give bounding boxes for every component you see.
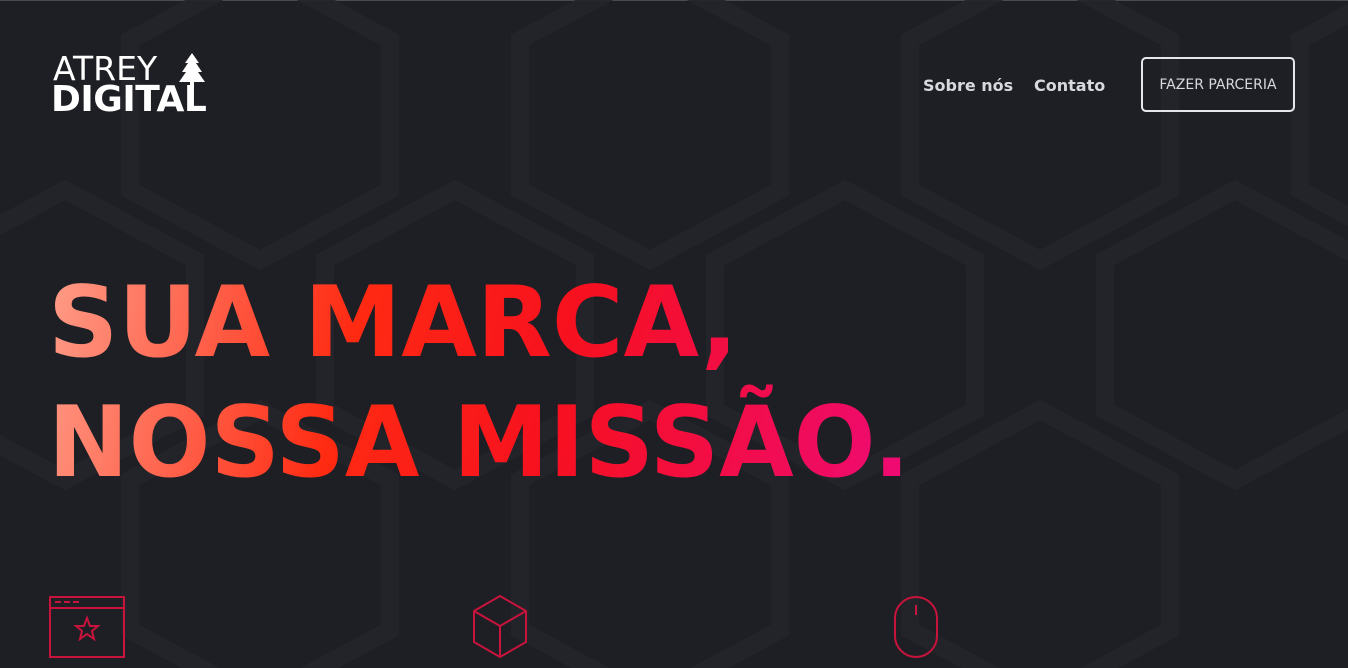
cube-icon <box>473 595 527 658</box>
hero-line-1: SUA MARCA, <box>48 266 738 380</box>
browser-star-icon <box>49 596 125 658</box>
main-nav: Sobre nós Contato FAZER PARCERIA <box>900 57 1320 115</box>
nav-link-contact[interactable]: Contato <box>1034 76 1105 95</box>
mouse-icon <box>894 596 938 658</box>
hero-headline: SUA MARCA, NOSSA MISSÃO. <box>48 266 910 500</box>
nav-link-about[interactable]: Sobre nós <box>923 76 1013 95</box>
brand-logo[interactable]: ATREY DIGITAL <box>51 52 211 118</box>
hero-line-2: NOSSA MISSÃO. <box>48 384 910 500</box>
partnership-button[interactable]: FAZER PARCERIA <box>1141 57 1295 112</box>
brand-line-2: DIGITAL <box>51 79 207 120</box>
